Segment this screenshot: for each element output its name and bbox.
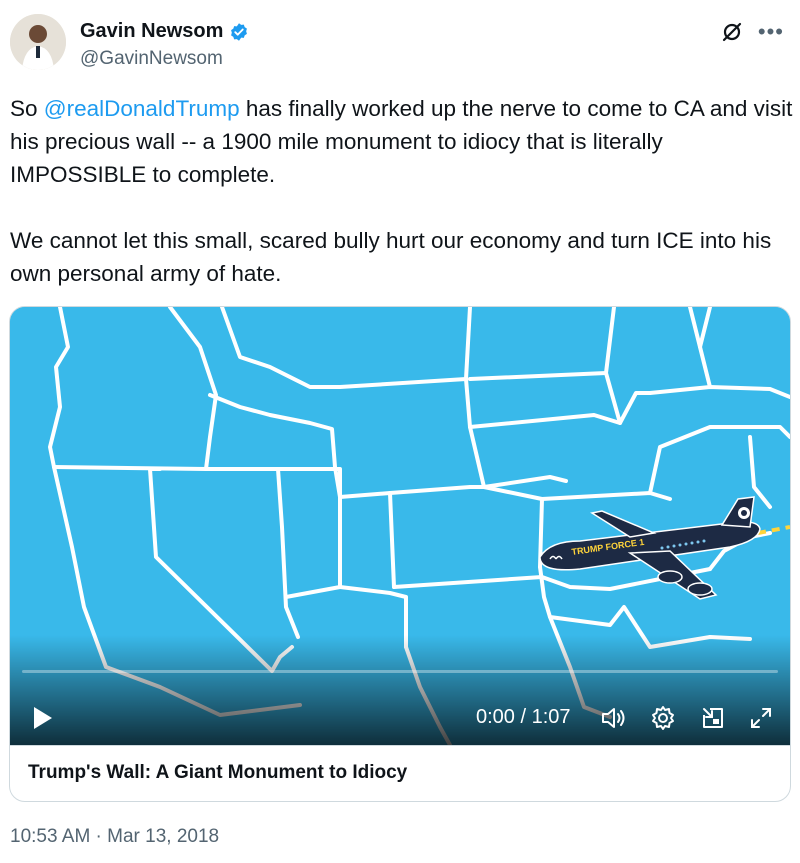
settings-icon[interactable] (650, 705, 676, 731)
tweet-header: Gavin Newsom @GavinNewsom ••• (10, 14, 790, 74)
volume-icon[interactable] (600, 705, 626, 731)
video-time: 0:00 / 1:07 (476, 706, 571, 728)
top-actions: ••• (720, 20, 784, 44)
display-name[interactable]: Gavin Newsom (80, 20, 223, 43)
progress-bar[interactable] (22, 670, 778, 673)
tweet-timestamp[interactable]: 10:53 AM · Mar 13, 2018 (10, 826, 219, 848)
play-icon[interactable] (32, 705, 54, 731)
handle[interactable]: @GavinNewsom (80, 48, 223, 70)
video-card[interactable]: TRUMP FORCE 1 0:00 / 1:07 Trump's Wall: … (9, 306, 791, 802)
grok-icon[interactable] (720, 20, 744, 44)
tweet-text-part1: So (10, 96, 44, 121)
video-title: Trump's Wall: A Giant Monument to Idiocy (28, 762, 408, 783)
mention-link[interactable]: @realDonaldTrump (44, 96, 240, 121)
verified-badge-icon (231, 22, 248, 41)
video-caption[interactable]: Trump's Wall: A Giant Monument to Idiocy (10, 745, 790, 801)
tweet-text-part2: has finally worked up the nerve to come … (10, 96, 793, 286)
fullscreen-icon[interactable] (748, 705, 774, 731)
more-icon[interactable]: ••• (758, 21, 784, 43)
avatar[interactable] (10, 14, 66, 70)
tweet-text: So @realDonaldTrump has finally worked u… (10, 92, 795, 290)
name-row: Gavin Newsom (80, 20, 249, 43)
video-player[interactable]: TRUMP FORCE 1 0:00 / 1:07 (10, 307, 790, 745)
pip-icon[interactable] (700, 705, 726, 731)
